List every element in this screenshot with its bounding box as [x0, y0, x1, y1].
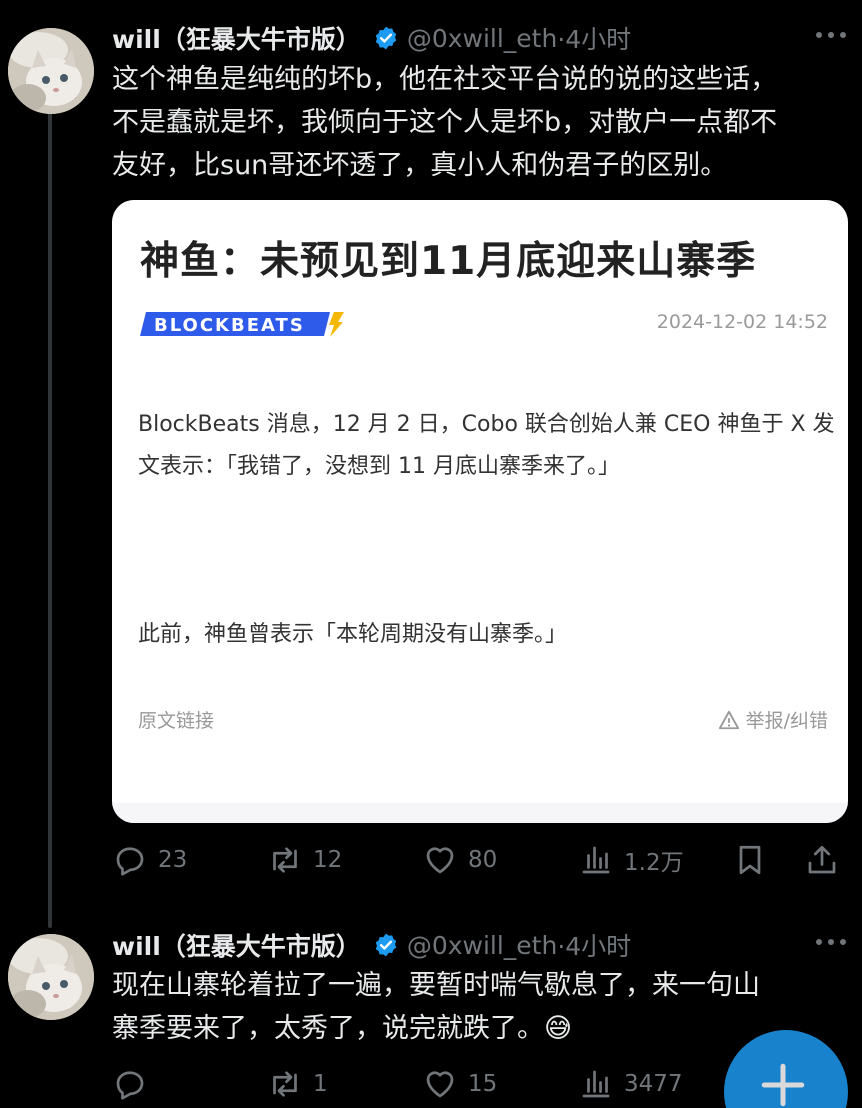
report-label: 举报/纠错 — [745, 710, 828, 732]
bookmark-icon — [739, 845, 761, 875]
repost-button[interactable]: 1 — [267, 1062, 328, 1106]
repost-icon — [273, 847, 297, 873]
article-body: BlockBeats 消息，12 月 2 日，Cobo 联合创始人兼 CEO 神… — [138, 412, 835, 479]
article-title: 神鱼：未预见到11月底迎来山寨季 — [140, 239, 757, 284]
heart-icon — [426, 1071, 454, 1098]
like-count: 15 — [468, 1071, 498, 1097]
analytics-icon — [582, 846, 610, 874]
repost-icon — [273, 1071, 297, 1097]
reply-button[interactable] — [112, 1062, 148, 1106]
bookmark-button[interactable] — [732, 838, 768, 882]
like-count: 80 — [468, 847, 498, 873]
like-button[interactable]: 15 — [422, 1062, 497, 1106]
card-footer-strip — [112, 803, 848, 823]
article-date: 2024-12-02 14:52 — [656, 311, 828, 333]
display-name[interactable]: will（狂暴大牛市版） — [112, 20, 361, 56]
article-body-note: 此前，神鱼曾表示「本轮周期没有山寨季。」 — [138, 622, 568, 647]
tweet-header: will（狂暴大牛市版） @0xwill_eth ·4小时 — [112, 925, 852, 965]
analytics-icon — [582, 1070, 610, 1098]
blockbeats-logo-text: BLOCKBEATS — [154, 315, 305, 336]
like-button[interactable]: 80 — [422, 838, 497, 882]
repost-count: 1 — [313, 1071, 328, 1097]
avatar[interactable] — [8, 934, 94, 1020]
reply-icon — [116, 1071, 144, 1100]
view-count: 3477 — [624, 1071, 683, 1097]
thread-connector-line — [48, 92, 52, 928]
warning-icon — [718, 710, 739, 729]
tweet-text: 这个神鱼是纯纯的坏b，他在社交平台说的说的这些话， 不是蠢就是坏，我倾向于这个人… — [112, 64, 778, 181]
blockbeats-logo: BLOCKBEATS — [140, 312, 344, 337]
verified-badge-icon — [375, 933, 396, 957]
more-options-icon[interactable] — [816, 931, 846, 953]
quoted-article-card[interactable]: 神鱼：未预见到11月底迎来山寨季 BLOCKBEATS 2024-12-02 1… — [112, 200, 848, 823]
reply-button[interactable]: 23 — [112, 838, 187, 882]
repost-count: 12 — [313, 847, 343, 873]
avatar[interactable] — [8, 28, 94, 114]
report-link[interactable]: 举报/纠错 — [718, 706, 828, 733]
reply-icon — [116, 847, 144, 876]
views-button[interactable]: 3477 — [578, 1062, 683, 1106]
handle[interactable]: @0xwill_eth — [407, 931, 558, 960]
share-icon — [808, 845, 836, 874]
more-options-icon[interactable] — [816, 24, 846, 46]
heart-icon — [426, 847, 454, 874]
reply-count: 23 — [158, 847, 188, 873]
share-button[interactable] — [804, 838, 840, 882]
cat-avatar-image — [8, 934, 94, 1020]
tweet-text: 现在山寨轮着拉了一遍，要暂时喘气歇息了，来一句山 寨季要来了，太秀了，说完就跌了… — [112, 970, 760, 1044]
timestamp[interactable]: ·4小时 — [557, 20, 631, 56]
timestamp[interactable]: ·4小时 — [557, 927, 631, 963]
compose-plus-icon — [761, 1063, 805, 1107]
repost-button[interactable]: 12 — [267, 838, 342, 882]
views-button[interactable]: 1.2万 — [578, 838, 684, 882]
tweet-header: will（狂暴大牛市版） @0xwill_eth ·4小时 — [112, 18, 852, 58]
view-count: 1.2万 — [624, 850, 684, 876]
verified-badge-icon — [375, 26, 396, 50]
handle[interactable]: @0xwill_eth — [407, 24, 558, 53]
tweet-actions: 23 12 80 1.2万 — [112, 838, 852, 882]
cat-avatar-image — [8, 28, 94, 114]
original-link[interactable]: 原文链接 — [138, 706, 214, 733]
display-name[interactable]: will（狂暴大牛市版） — [112, 927, 361, 963]
